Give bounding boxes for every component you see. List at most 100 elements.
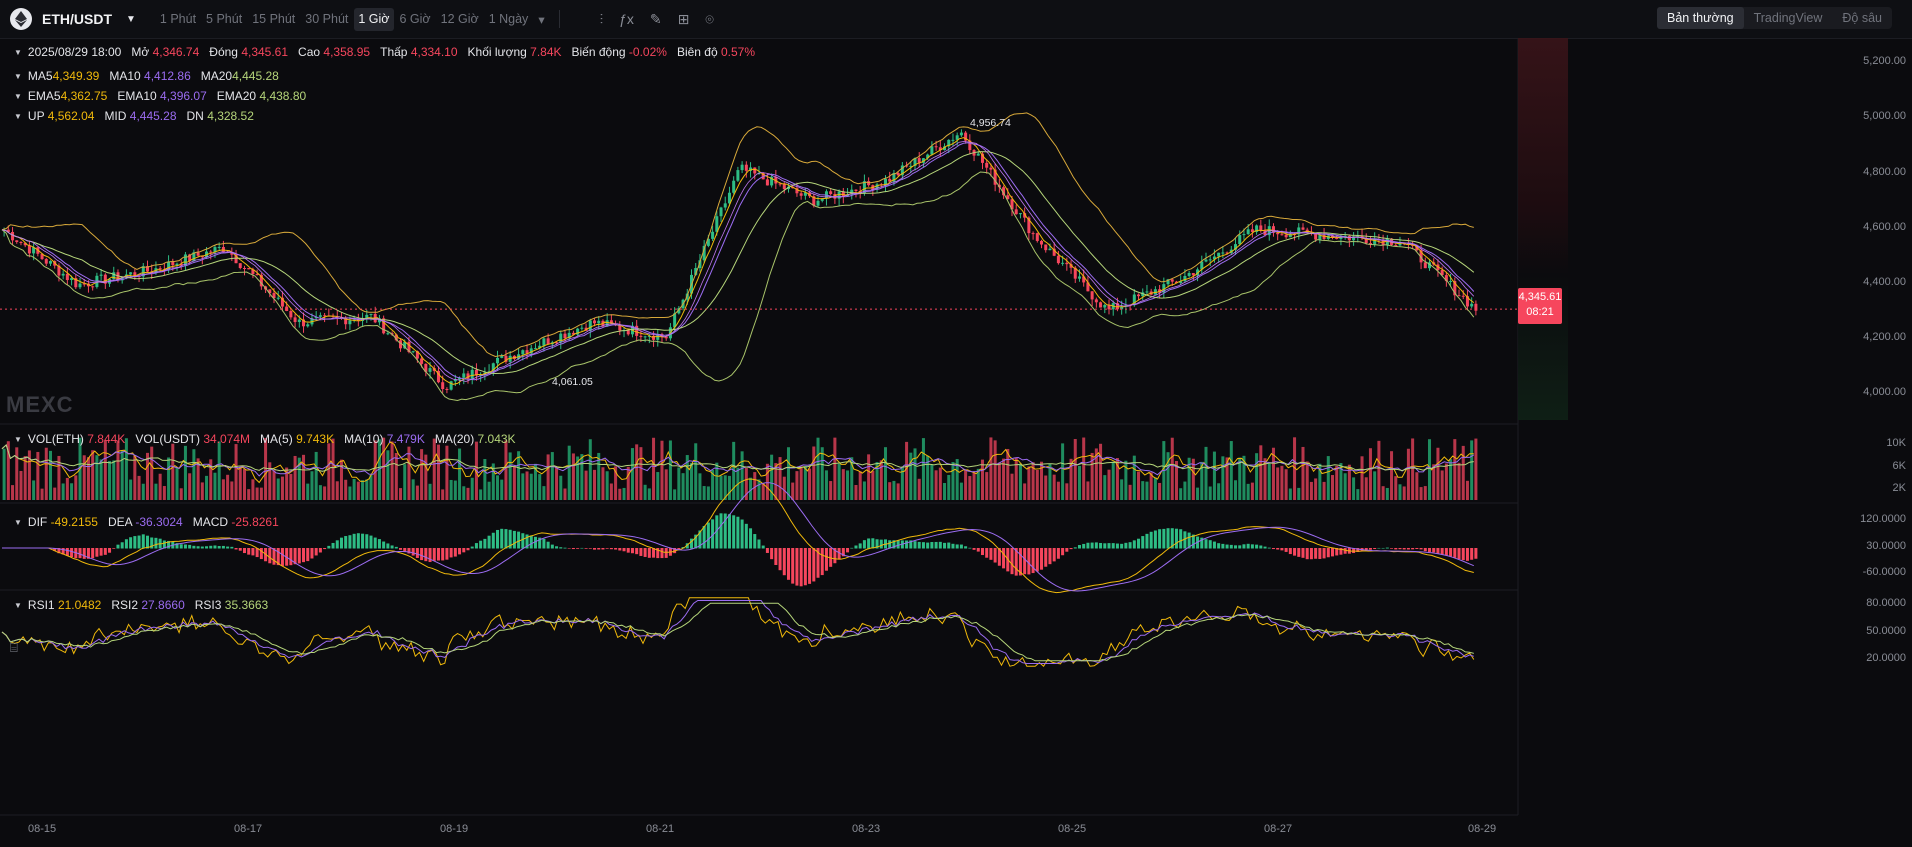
volume-bar — [356, 481, 360, 500]
macd-histogram-bar — [314, 548, 318, 556]
macd-histogram-bar — [95, 548, 99, 557]
macd-histogram-bar — [361, 533, 365, 549]
macd-histogram-bar — [550, 544, 554, 549]
price-tick: 4,600.00 — [1863, 221, 1906, 233]
macd-histogram-bar — [1457, 548, 1461, 560]
volume-bar — [91, 450, 95, 500]
collapse-icon[interactable]: ▼ — [14, 92, 22, 101]
time-tick: 08-21 — [646, 823, 675, 835]
volume-bar — [95, 455, 99, 500]
price-tick: 4,400.00 — [1863, 276, 1906, 288]
volume-bar — [221, 479, 225, 500]
candle-body — [740, 164, 744, 171]
volume-bar — [917, 478, 921, 500]
macd-histogram-bar — [399, 548, 403, 550]
macd-histogram-bar — [91, 548, 95, 559]
volume-bar — [740, 451, 744, 500]
volume-bar — [1027, 466, 1031, 500]
macd-histogram-bar — [1250, 544, 1254, 549]
volume-bar — [226, 474, 230, 500]
macd-histogram-bar — [1406, 548, 1410, 550]
volume-bar — [951, 462, 955, 500]
time-tick: 08-29 — [1468, 823, 1497, 835]
volume-bar — [664, 469, 668, 500]
macd-histogram-bar — [1048, 548, 1052, 565]
rsi-tick: 20.0000 — [1866, 652, 1906, 664]
macd-histogram-bar — [647, 548, 651, 558]
macd-histogram-bar — [310, 548, 314, 559]
macd-histogram-bar — [812, 548, 816, 582]
macd-histogram-bar — [415, 548, 419, 558]
candle-body — [428, 368, 432, 372]
collapse-icon[interactable]: ▼ — [14, 72, 22, 81]
macd-histogram-bar — [1166, 528, 1170, 549]
volume-bar — [888, 482, 892, 500]
vol-eth-value: 7.844K — [87, 432, 126, 446]
collapse-icon[interactable]: ▼ — [14, 518, 22, 527]
volume-bar — [462, 486, 466, 500]
volume-bar — [681, 473, 685, 500]
volume-bar — [53, 487, 57, 500]
volume-bar — [930, 464, 934, 500]
macd-histogram-bar — [1461, 548, 1465, 561]
macd-histogram-bar — [432, 548, 436, 561]
volume-bar — [36, 451, 40, 500]
volume-bar — [816, 437, 820, 500]
macd-histogram-bar — [500, 528, 504, 549]
collapse-icon[interactable]: ▼ — [14, 435, 22, 444]
candle-body — [242, 267, 246, 269]
volume-bar — [1474, 438, 1478, 500]
volume-bar — [242, 469, 246, 500]
macd-histogram-bar — [179, 544, 183, 549]
volume-bar — [791, 482, 795, 500]
collapse-icon[interactable]: ▼ — [14, 112, 22, 121]
candle-body — [129, 272, 133, 275]
volume-bar — [1044, 475, 1048, 500]
macd-histogram-bar — [1217, 543, 1221, 549]
macd-histogram-bar — [1305, 548, 1309, 560]
drawing-tool-icon[interactable]: ⌸ — [10, 640, 32, 658]
volume-bar — [1246, 483, 1250, 500]
candle-body — [1065, 262, 1069, 265]
volume-bar — [630, 448, 634, 500]
volume-bar — [1082, 437, 1086, 500]
macd-histogram-bar — [1390, 548, 1394, 549]
macd-histogram-bar — [1086, 542, 1090, 549]
macd-histogram-bar — [862, 540, 866, 549]
volume-bar — [964, 469, 968, 500]
macd-histogram-bar — [803, 548, 807, 586]
volume-bar — [103, 440, 107, 500]
candle-body — [1137, 294, 1141, 297]
macd-histogram-bar — [1453, 548, 1457, 558]
candle-body — [171, 261, 175, 266]
volume-bar — [1305, 461, 1309, 500]
volume-bar — [1343, 473, 1347, 500]
candle-body — [61, 273, 65, 276]
time-tick: 08-25 — [1058, 823, 1087, 835]
macd-histogram-bar — [474, 543, 478, 549]
volume-bar — [1035, 469, 1039, 500]
candle-body — [723, 203, 727, 208]
volume-bar — [601, 467, 605, 500]
chart-canvas[interactable] — [0, 0, 1912, 847]
collapse-icon[interactable]: ▼ — [14, 601, 22, 610]
volume-bar — [48, 450, 53, 500]
collapse-icon[interactable]: ▼ — [14, 48, 22, 57]
macd-histogram-bar — [1436, 548, 1440, 554]
volume-bar — [1314, 478, 1318, 500]
macd-histogram-bar — [1208, 540, 1212, 549]
macd-histogram-bar — [1385, 547, 1389, 549]
macd-histogram-bar — [1145, 533, 1149, 549]
macd-histogram-bar — [373, 537, 377, 549]
volume-bar — [1276, 467, 1280, 500]
macd-histogram-bar — [1242, 544, 1246, 549]
macd-histogram-bar — [470, 546, 474, 549]
volume-bar — [803, 465, 807, 500]
macd-histogram-bar — [1465, 548, 1469, 561]
candle-body — [1449, 280, 1453, 282]
volume-bar — [1436, 447, 1440, 500]
volume-bar — [108, 460, 112, 500]
candle-body — [580, 327, 584, 329]
high-value: 4,358.95 — [323, 45, 371, 59]
volume-bar — [1023, 483, 1027, 500]
